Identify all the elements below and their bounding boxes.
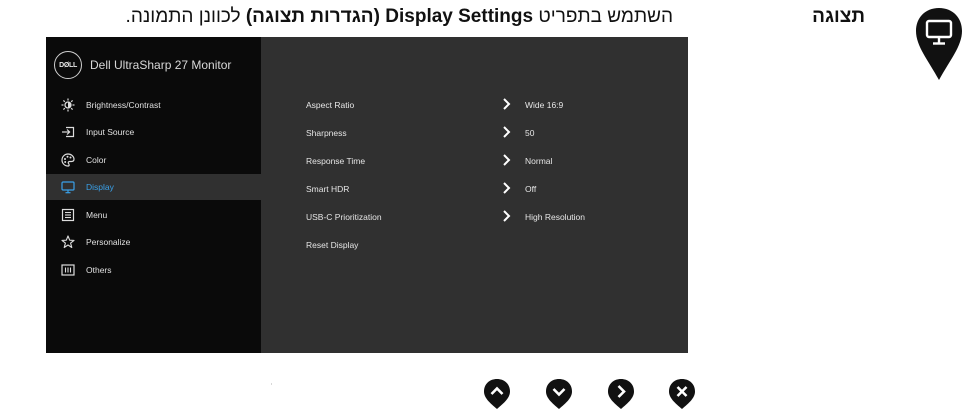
chevron-right-icon <box>503 126 511 138</box>
menu-item-menu[interactable]: Menu <box>46 202 261 228</box>
menu-item-others[interactable]: Others <box>46 257 261 283</box>
setting-response-time[interactable]: Response Time Normal <box>261 148 688 174</box>
up-button[interactable] <box>482 378 512 410</box>
setting-value: Wide 16:9 <box>525 100 564 110</box>
right-button[interactable] <box>606 378 636 410</box>
chevron-right-icon <box>503 182 511 194</box>
others-icon <box>60 262 76 278</box>
monitor-icon <box>60 179 76 195</box>
menu-item-brightness-contrast[interactable]: Brightness/Contrast <box>46 92 261 118</box>
osd-header: DØLL Dell UltraSharp 27 Monitor <box>54 51 231 79</box>
setting-label: Smart HDR <box>306 184 350 194</box>
chevron-right-icon <box>503 98 511 110</box>
menu-list-icon <box>60 207 76 223</box>
chevron-right-icon <box>503 210 511 222</box>
setting-aspect-ratio[interactable]: Aspect Ratio Wide 16:9 <box>261 92 688 118</box>
osd-title: Dell UltraSharp 27 Monitor <box>90 58 232 72</box>
instruction-bold: Display Settings (הגדרות תצוגה) <box>245 6 534 27</box>
setting-usb-c-prioritization[interactable]: USB-C Prioritization High Resolution <box>261 204 688 230</box>
osd-sidebar: DØLL Dell UltraSharp 27 Monitor Brightne… <box>46 37 261 353</box>
setting-label: Sharpness <box>306 128 347 138</box>
section-title: תצוגה <box>812 6 865 27</box>
setting-value: Off <box>525 184 537 194</box>
setting-sharpness[interactable]: Sharpness 50 <box>261 120 688 146</box>
menu-item-label: Input Source <box>86 127 135 137</box>
star-icon <box>60 234 76 250</box>
menu-item-display[interactable]: Display <box>46 174 261 200</box>
brightness-icon <box>60 97 76 113</box>
divider-mark <box>271 383 272 385</box>
setting-smart-hdr[interactable]: Smart HDR Off <box>261 176 688 202</box>
setting-reset-display[interactable]: Reset Display <box>261 232 688 258</box>
menu-item-label: Brightness/Contrast <box>86 100 161 110</box>
menu-item-label: Others <box>86 265 112 275</box>
menu-item-label: Menu <box>86 210 108 220</box>
menu-item-personalize[interactable]: Personalize <box>46 229 261 255</box>
setting-label: Reset Display <box>306 240 359 250</box>
palette-icon <box>60 152 76 168</box>
down-button[interactable] <box>544 378 574 410</box>
setting-label: Aspect Ratio <box>306 100 355 110</box>
menu-item-color[interactable]: Color <box>46 147 261 173</box>
setting-value: Normal <box>525 156 553 166</box>
exit-button[interactable] <box>667 378 697 410</box>
menu-item-label: Display <box>86 182 114 192</box>
dell-logo: DØLL <box>54 51 82 79</box>
setting-value: High Resolution <box>525 212 586 222</box>
monitor-icon <box>916 8 962 80</box>
instruction-text: השתמש בתפריט Display Settings (הגדרות תצ… <box>125 6 673 27</box>
setting-label: USB-C Prioritization <box>306 212 382 222</box>
menu-item-label: Personalize <box>86 237 131 247</box>
menu-item-label: Color <box>86 155 107 165</box>
osd-panel: DØLL Dell UltraSharp 27 Monitor Brightne… <box>46 37 688 353</box>
menu-item-input-source[interactable]: Input Source <box>46 119 261 145</box>
input-source-icon <box>60 124 76 140</box>
setting-value: 50 <box>525 128 535 138</box>
chevron-right-icon <box>503 154 511 166</box>
setting-label: Response Time <box>306 156 366 166</box>
